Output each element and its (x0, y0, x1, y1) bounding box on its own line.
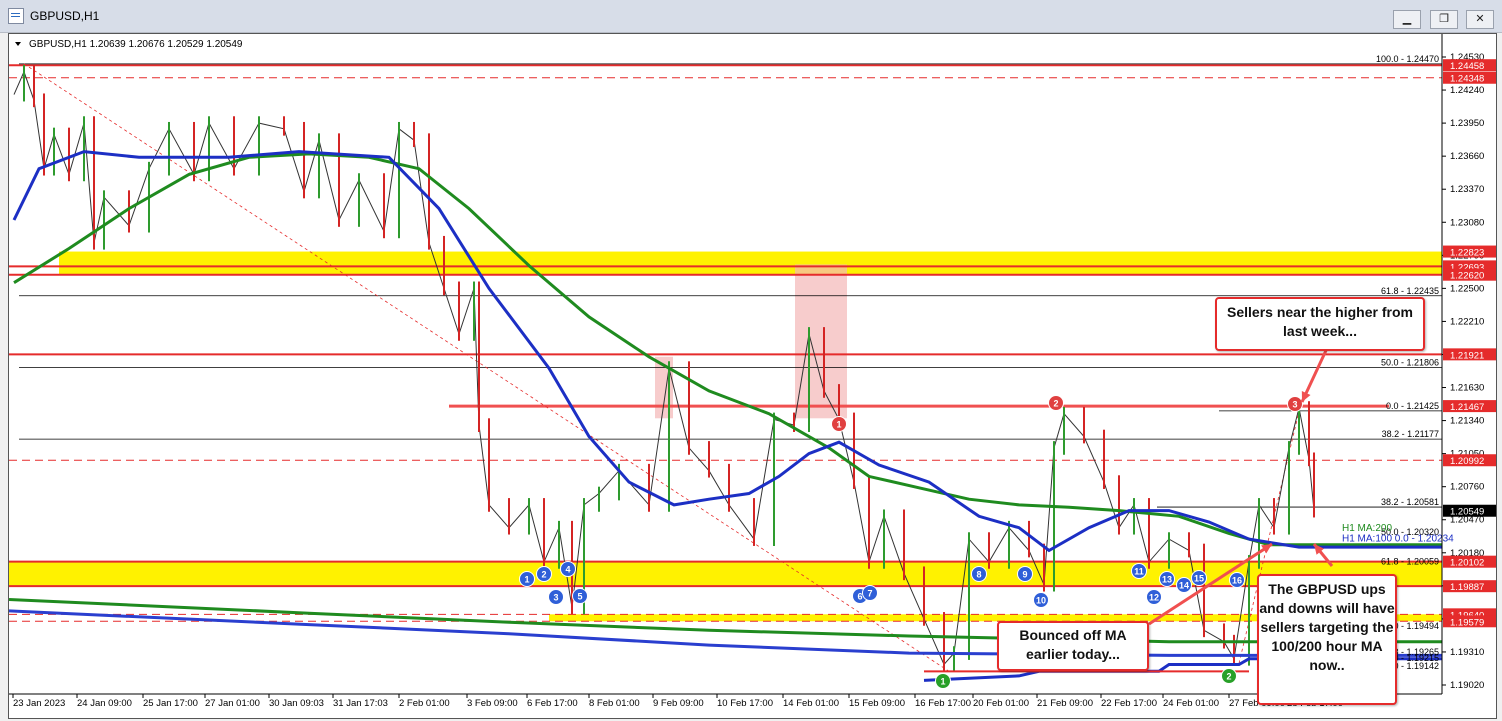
badge-label-blue-4: 4 (565, 565, 570, 575)
badge-label-red-1: 1 (836, 420, 841, 430)
fib-label-0: 100.0 - 1.24470 (1376, 54, 1439, 64)
dropdown-triangle-icon[interactable] (15, 42, 21, 46)
price-tag-text-6: 1.21467 (1450, 402, 1484, 413)
badge-label-blue-1: 1 (524, 575, 529, 585)
time-label-13: 15 Feb 09:00 (849, 698, 905, 709)
ma100-label: H1 MA:100 0.0 - 1.20234 (1342, 533, 1454, 544)
time-label-0: 23 Jan 2023 (13, 698, 65, 709)
symbol-header: GBPUSD,H1 1.20639 1.20676 1.20529 1.2054… (29, 39, 243, 50)
badge-label-red-2: 2 (1053, 399, 1058, 409)
time-label-10: 9 Feb 09:00 (653, 698, 704, 709)
price-tag-text-4: 1.22620 (1450, 271, 1484, 282)
price-tick-label-4: 1.23370 (1450, 184, 1484, 195)
time-label-11: 10 Feb 17:00 (717, 698, 773, 709)
price-tag-text-12: 1.19579 (1450, 617, 1484, 628)
badge-label-blue-12: 12 (1149, 593, 1159, 603)
price-tick-label-18: 1.19310 (1450, 647, 1484, 658)
time-label-1: 24 Jan 09:00 (77, 698, 132, 709)
price-tick-label-13: 1.20760 (1450, 482, 1484, 493)
window-title: GBPUSD,H1 (30, 9, 100, 23)
price-tag-text-8: 1.20549 (1450, 507, 1484, 518)
close-button[interactable]: ✕ (1466, 10, 1494, 29)
badge-label-blue-16: 16 (1232, 576, 1242, 586)
time-label-5: 31 Jan 17:03 (333, 698, 388, 709)
resistance-zone-upper (59, 251, 1442, 275)
price-tag-text-0: 1.24458 (1450, 61, 1484, 72)
price-tick-label-19: 1.19020 (1450, 680, 1484, 691)
price-tick-label-1: 1.24240 (1450, 85, 1484, 96)
badge-label-green-2: 2 (1226, 672, 1231, 682)
time-label-12: 14 Feb 01:00 (783, 698, 839, 709)
annotation-targeting: The GBPUSD ups and downs will have selle… (1257, 574, 1397, 705)
chart-window-icon (8, 8, 24, 24)
window-titlebar: GBPUSD,H1 ▁ ❐ ✕ (0, 0, 1502, 33)
fib-label-1: 61.8 - 1.22435 (1381, 286, 1439, 296)
fib-label-2: 50.0 - 1.21806 (1381, 357, 1439, 367)
badge-label-blue-6: 6 (857, 592, 862, 602)
badge-label-blue-9: 9 (1022, 570, 1027, 580)
price-tick-label-2: 1.23950 (1450, 118, 1484, 129)
badge-label-green-1: 1 (940, 677, 945, 687)
time-label-16: 21 Feb 09:00 (1037, 698, 1093, 709)
time-label-4: 30 Jan 09:03 (269, 698, 324, 709)
price-tick-label-7: 1.22500 (1450, 283, 1484, 294)
badge-label-blue-7: 7 (867, 589, 872, 599)
price-tag-text-2: 1.22823 (1450, 248, 1484, 259)
badge-label-blue-8: 8 (976, 570, 981, 580)
time-label-3: 27 Jan 01:00 (205, 698, 260, 709)
restore-button[interactable]: ❐ (1430, 10, 1458, 29)
badge-label-blue-11: 11 (1134, 567, 1144, 577)
annotation-sellers: Sellers near the higher from last week..… (1215, 297, 1425, 351)
annotation-bounced: Bounced off MA earlier today... (997, 621, 1149, 671)
fib-label-4: 38.2 - 1.21177 (1382, 429, 1439, 439)
time-label-15: 20 Feb 01:00 (973, 698, 1029, 709)
fib-label-5: 38.2 - 1.20581 (1381, 497, 1439, 507)
time-label-17: 22 Feb 17:00 (1101, 698, 1157, 709)
time-label-18: 24 Feb 01:00 (1163, 698, 1219, 709)
time-label-6: 2 Feb 01:00 (399, 698, 450, 709)
fib-label-3: 0.0 - 1.21425 (1386, 401, 1439, 411)
price-tick-label-8: 1.22210 (1450, 316, 1484, 327)
price-tag-text-10: 1.19887 (1450, 582, 1484, 593)
price-tag-text-9: 1.20102 (1450, 558, 1484, 569)
price-tag-text-7: 1.20992 (1450, 456, 1484, 467)
price-tick-label-10: 1.21630 (1450, 383, 1484, 394)
price-tick-label-11: 1.21340 (1450, 416, 1484, 427)
time-label-2: 25 Jan 17:00 (143, 698, 198, 709)
badge-label-blue-5: 5 (577, 592, 582, 602)
badge-label-blue-13: 13 (1162, 575, 1172, 585)
time-label-14: 16 Feb 17:00 (915, 698, 971, 709)
chart-area[interactable]: GBPUSD,H1 1.20639 1.20676 1.20529 1.2054… (8, 33, 1497, 719)
price-tag-text-5: 1.21921 (1450, 350, 1484, 361)
badge-label-blue-2: 2 (541, 570, 546, 580)
price-tag-text-1: 1.24348 (1450, 74, 1484, 85)
badge-label-blue-15: 15 (1194, 574, 1204, 584)
badge-label-blue-3: 3 (553, 593, 558, 603)
time-label-9: 8 Feb 01:00 (589, 698, 640, 709)
fib-label-7: 61.8 - 1.20059 (1381, 557, 1439, 567)
price-tick-label-5: 1.23080 (1450, 217, 1484, 228)
badge-label-blue-10: 10 (1036, 596, 1046, 606)
badge-label-blue-14: 14 (1179, 581, 1189, 591)
time-label-8: 6 Feb 17:00 (527, 698, 578, 709)
time-label-7: 3 Feb 09:00 (467, 698, 518, 709)
badge-label-red-3: 3 (1292, 400, 1297, 410)
price-tick-label-3: 1.23660 (1450, 151, 1484, 162)
minimize-button[interactable]: ▁ (1393, 10, 1421, 29)
